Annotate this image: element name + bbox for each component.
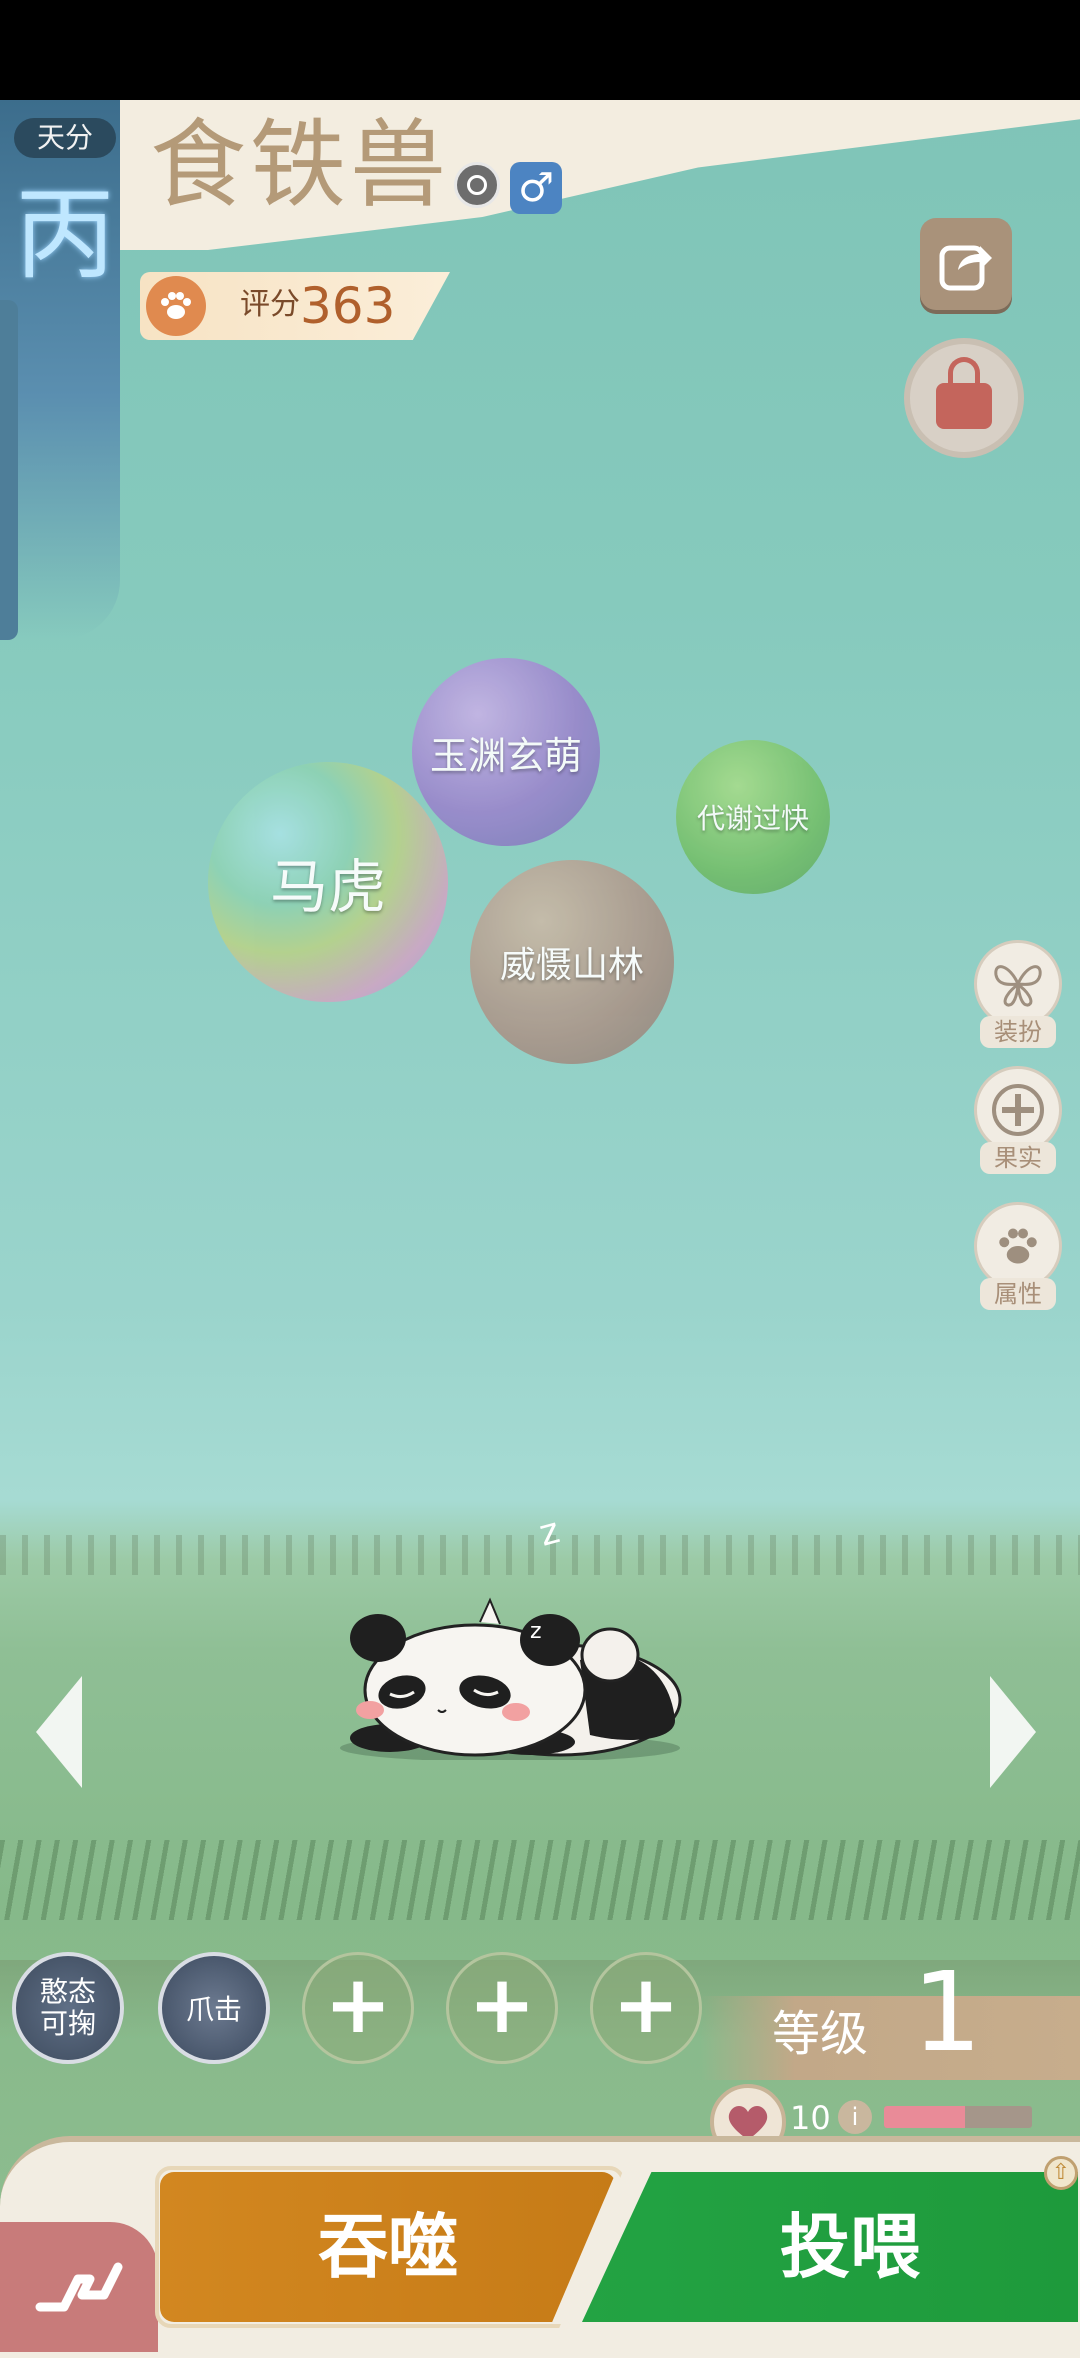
level-label: 等级 — [772, 2006, 869, 2062]
arrow-up-icon: ⇧ — [1044, 2156, 1078, 2190]
ribbon-edge — [0, 300, 18, 640]
butterfly-icon — [974, 940, 1062, 1028]
side-item-attributes[interactable]: 属性 — [974, 1202, 1066, 1322]
empty-skill-slot[interactable]: + — [446, 1952, 558, 2064]
paw-icon — [974, 1202, 1062, 1290]
male-icon: ♂ — [510, 162, 562, 214]
trait-bubble[interactable]: 玉渊玄萌 — [412, 658, 600, 846]
devour-button[interactable]: 吞噬 — [160, 2172, 616, 2322]
level-panel — [700, 1996, 1080, 2080]
grade-value: 丙 — [15, 176, 115, 293]
side-item-fruit[interactable]: 果实 — [974, 1066, 1066, 1186]
trait-bubble[interactable]: 马虎 — [208, 762, 448, 1002]
score-label: 评分 — [240, 287, 300, 322]
plus-icon — [974, 1066, 1062, 1154]
next-beast-arrow[interactable] — [990, 1676, 1036, 1788]
lock-button[interactable] — [904, 338, 1024, 458]
side-item-dressup[interactable]: 装扮 — [974, 940, 1066, 1060]
paw-icon — [146, 276, 206, 336]
empty-skill-slot[interactable]: + — [590, 1952, 702, 2064]
grade-tag: 天分 — [14, 118, 116, 158]
locate-icon[interactable] — [454, 162, 500, 208]
health-row: 10 i — [710, 2084, 1080, 2160]
info-icon[interactable]: i — [838, 2100, 872, 2134]
trait-bubble[interactable]: 威慑山林 — [470, 860, 674, 1064]
feed-button[interactable]: 投喂 — [582, 2172, 1078, 2322]
health-value: 10 — [790, 2099, 831, 2137]
skill-rage[interactable]: 憨态可掬 — [12, 1952, 124, 2064]
side-item-label: 装扮 — [980, 1016, 1056, 1048]
previous-beast-arrow[interactable] — [36, 1676, 82, 1788]
beast-name: 食铁兽 — [150, 109, 450, 221]
lock-icon — [936, 357, 992, 429]
panda-character[interactable]: z — [330, 1560, 690, 1760]
skill-claw[interactable]: 爪击 — [158, 1952, 270, 2064]
near-grass — [0, 1840, 1080, 1920]
score-value: 363 — [300, 277, 396, 335]
side-item-label: 果实 — [980, 1142, 1056, 1174]
side-item-label: 属性 — [980, 1278, 1056, 1310]
empty-skill-slot[interactable]: + — [302, 1952, 414, 2064]
health-bar-fill — [884, 2106, 966, 2128]
status-bar — [0, 0, 1080, 100]
share-button[interactable] — [920, 218, 1012, 310]
svg-text:z: z — [530, 1619, 542, 1644]
health-bar — [884, 2106, 1032, 2128]
back-button[interactable] — [0, 2222, 158, 2352]
level-value: 1 — [912, 1948, 982, 2076]
trait-bubble[interactable]: 代谢过快 — [676, 740, 830, 894]
share-icon — [939, 245, 992, 291]
back-icon — [35, 2262, 123, 2312]
